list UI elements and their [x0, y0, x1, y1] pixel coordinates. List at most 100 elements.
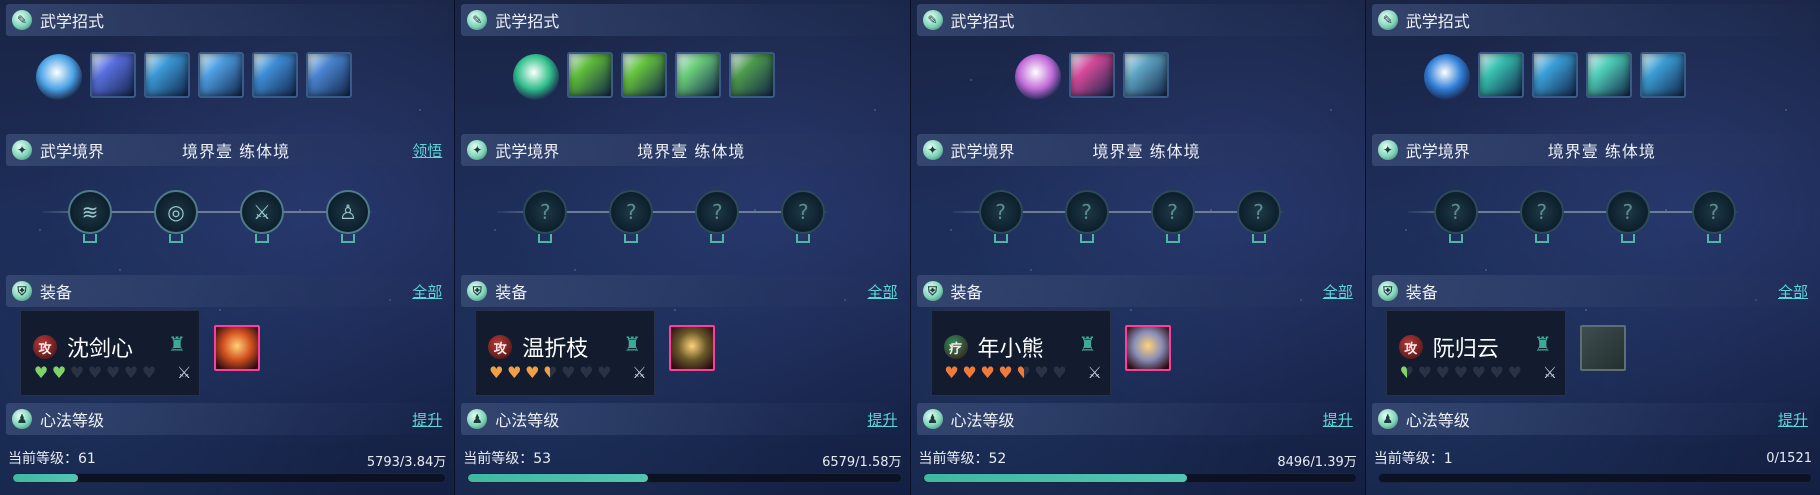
- locked-icon[interactable]: ?: [1519, 190, 1564, 234]
- sword-icon[interactable]: ⚔: [240, 190, 284, 234]
- yin-yang-icon[interactable]: [729, 52, 776, 98]
- experience-text: 5793/3.84万: [366, 455, 447, 470]
- locked-icon[interactable]: ?: [1433, 190, 1478, 234]
- skills-title: 武学招式: [495, 12, 560, 31]
- spiral-icon[interactable]: ◎: [154, 190, 198, 234]
- locked-icon[interactable]: ?: [781, 190, 826, 234]
- green-figure-icon[interactable]: [513, 54, 560, 100]
- silver-armor-icon[interactable]: [1124, 325, 1171, 371]
- realm-track: ????: [1366, 190, 1820, 250]
- heart-filled-icon: ♥: [489, 363, 504, 382]
- realm-node-tab: [255, 234, 269, 243]
- crossed-swords-icon: ⚔: [1542, 363, 1558, 382]
- red-armor-icon[interactable]: [214, 325, 260, 371]
- skills-title: 武学招式: [950, 12, 1015, 31]
- figure-icon[interactable]: ♙: [326, 190, 370, 234]
- realm-node-tab: [993, 234, 1008, 243]
- character-card[interactable]: 攻 阮归云 ♜ ♥ ♥ ♥ ♥ ♥ ♥ ♥ ⚔: [1385, 310, 1566, 396]
- level-prefix: 当前等级：: [463, 451, 534, 467]
- locked-icon[interactable]: ?: [523, 190, 568, 234]
- heart-filled-icon: ♥: [962, 363, 977, 382]
- locked-icon[interactable]: ?: [1605, 190, 1650, 234]
- equipment-all-link[interactable]: 全部: [1778, 281, 1808, 302]
- locked-icon[interactable]: ?: [978, 190, 1023, 234]
- vortex-icon[interactable]: [1531, 52, 1578, 98]
- water-spiral-icon[interactable]: [144, 52, 190, 98]
- locked-icon[interactable]: ?: [695, 190, 740, 234]
- green-slash-icon[interactable]: [567, 52, 614, 98]
- character-card[interactable]: 攻 温折枝 ♜ ♥ ♥ ♥ ♥ ♥ ♥ ♥ ⚔: [475, 310, 656, 396]
- affinity-hearts: ♥ ♥ ♥ ♥ ♥ ♥ ♥: [1399, 365, 1523, 381]
- realm-node-tab: [169, 234, 183, 243]
- level-value: 61: [78, 451, 96, 467]
- heart-empty-icon: ♥: [1435, 363, 1450, 382]
- heart-empty-icon: ♥: [597, 363, 612, 382]
- locked-icon[interactable]: ?: [1064, 190, 1109, 234]
- equipment-header: ⛨ 装备 全部: [461, 275, 904, 307]
- affinity-hearts: ♥ ♥ ♥ ♥ ♥ ♥ ♥: [944, 365, 1068, 381]
- character-card[interactable]: 疗 年小熊 ♜ ♥ ♥ ♥ ♥ ♥ ♥ ♥ ⚔: [930, 310, 1111, 396]
- equipment-all-link[interactable]: 全部: [867, 281, 897, 302]
- equipment-header: ⛨ 装备 全部: [1371, 275, 1814, 307]
- xinfa-header: ♟ 心法等级 提升: [916, 403, 1359, 435]
- locked-icon[interactable]: ?: [1691, 190, 1736, 234]
- wind-slash-icon[interactable]: ≋: [68, 190, 112, 234]
- heart-empty-icon: ♥: [1052, 363, 1067, 382]
- brush-icon: ✎: [12, 10, 32, 30]
- character-panel: ✎ 武学招式 ✦ 武学境界 境界壹 练体境 ???? ⛨ 装备 全部 攻 阮归云…: [1364, 0, 1820, 495]
- level-prefix: 当前等级：: [8, 451, 78, 467]
- locked-icon[interactable]: ?: [609, 190, 654, 234]
- character-card[interactable]: 攻 沈剑心 ♜ ♥ ♥ ♥ ♥ ♥ ♥ ♥ ⚔: [20, 310, 200, 396]
- heart-empty-icon: ♥: [141, 363, 157, 382]
- realm-node-tab: [1706, 234, 1721, 243]
- xinfa-upgrade-link[interactable]: 提升: [1323, 409, 1353, 430]
- heart-empty-icon: ♥: [1489, 363, 1504, 382]
- brush-icon: ✎: [1377, 10, 1398, 30]
- character-name: 沈剑心: [67, 337, 134, 362]
- ice-swirl-icon[interactable]: [36, 54, 82, 100]
- dark-armor-icon[interactable]: [669, 325, 716, 371]
- star-burst-icon[interactable]: [1585, 52, 1632, 98]
- empty-slot-icon[interactable]: [1579, 325, 1626, 371]
- affinity-hearts: ♥ ♥ ♥ ♥ ♥ ♥ ♥: [488, 365, 612, 381]
- green-ring-icon[interactable]: [675, 52, 722, 98]
- swirl-icon: ✦: [1377, 140, 1398, 160]
- equipment-title: 装备: [40, 283, 73, 302]
- xinfa-upgrade-link[interactable]: 提升: [867, 409, 897, 430]
- xinfa-upgrade-link[interactable]: 提升: [1778, 409, 1808, 430]
- skills-header: ✎ 武学招式: [1371, 4, 1814, 36]
- experience-bar: [12, 473, 447, 483]
- realm-node-tab: [1620, 234, 1635, 243]
- green-claw-icon[interactable]: [621, 52, 668, 98]
- xinfa-upgrade-link[interactable]: 提升: [412, 409, 442, 430]
- equipment-all-link[interactable]: 全部: [412, 281, 442, 302]
- locked-icon[interactable]: ?: [1150, 190, 1195, 234]
- realm-comprehend-link[interactable]: 领悟: [412, 140, 442, 161]
- xinfa-title: 心法等级: [40, 411, 105, 430]
- skills-row: [1366, 50, 1820, 100]
- wave-icon[interactable]: [1639, 52, 1686, 98]
- character-panel: ✎ 武学招式 ✦ 武学境界 境界壹 练体境 ???? ⛨ 装备 全部 疗 年小熊…: [909, 0, 1365, 495]
- swirl-icon: ✦: [467, 140, 488, 160]
- skills-title: 武学招式: [1405, 12, 1470, 31]
- blue-orb-icon[interactable]: [1423, 54, 1470, 100]
- meditation-icon: ♟: [12, 409, 32, 429]
- lightning-warrior-icon[interactable]: [252, 52, 298, 98]
- shell-fan-icon[interactable]: [1122, 52, 1169, 98]
- experience-fill: [468, 474, 648, 482]
- realm-node-tab: [624, 234, 639, 243]
- armor-icon: ⛨: [12, 281, 32, 301]
- purple-crystal-icon[interactable]: [1014, 54, 1061, 100]
- teal-slash-icon[interactable]: [1477, 52, 1524, 98]
- pink-beast-icon[interactable]: [1068, 52, 1115, 98]
- brush-icon: ✎: [922, 10, 943, 30]
- locked-icon[interactable]: ?: [1236, 190, 1281, 234]
- role-badge: 疗: [943, 335, 968, 359]
- wave-strike-icon[interactable]: [306, 52, 352, 98]
- ice-slash-icon[interactable]: [198, 52, 244, 98]
- heart-filled-icon: ♥: [980, 363, 995, 382]
- sect-emblem-icon: ♜: [168, 332, 186, 356]
- equipment-all-link[interactable]: 全部: [1323, 281, 1353, 302]
- xinfa-title: 心法等级: [495, 411, 560, 430]
- blue-blade-icon[interactable]: [90, 52, 136, 98]
